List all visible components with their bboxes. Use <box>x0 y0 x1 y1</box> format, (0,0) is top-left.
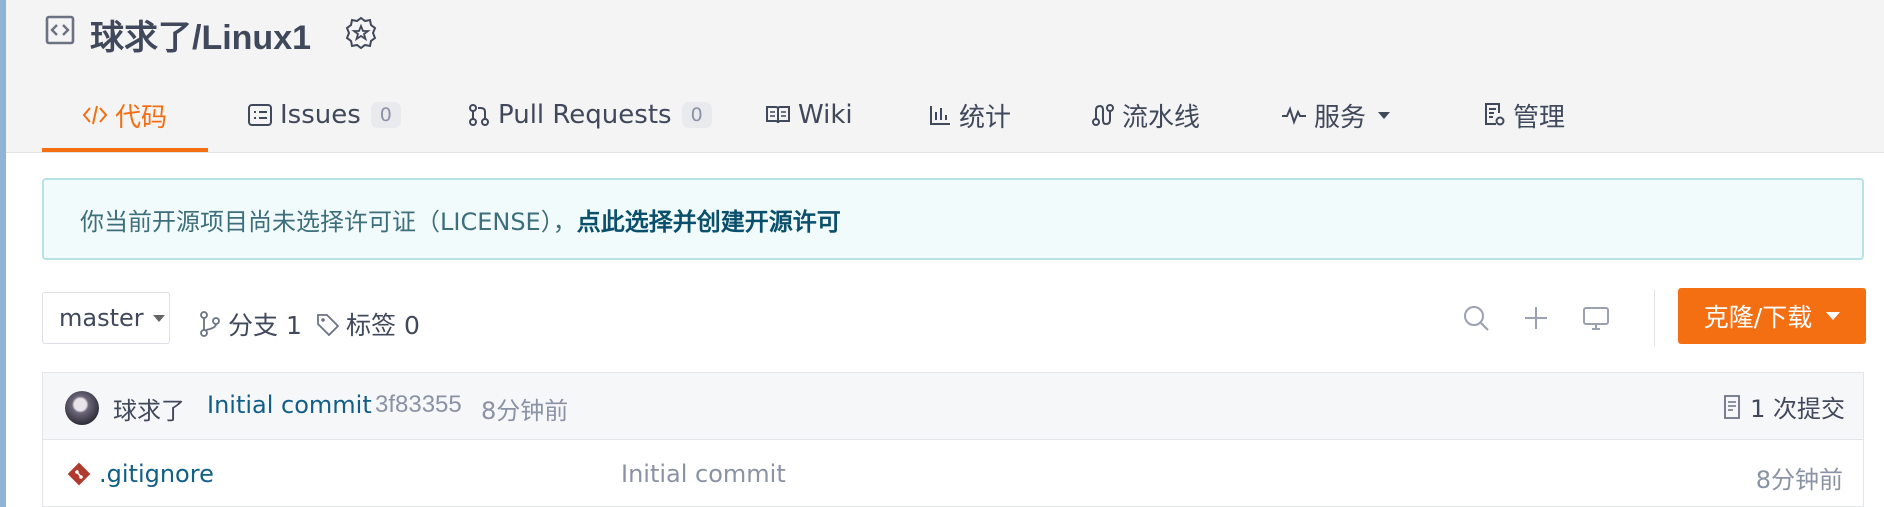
tab-pull-requests[interactable]: Pull Requests 0 <box>467 96 712 134</box>
active-tab-underline <box>42 148 208 152</box>
license-notice: 你当前开源项目尚未选择许可证（LICENSE）， 点此选择并创建开源许可 <box>42 178 1864 260</box>
tab-statistics[interactable]: 统计 <box>928 96 1011 134</box>
repo-name[interactable]: /Linux1 <box>192 19 311 57</box>
tab-pipeline[interactable]: 流水线 <box>1091 96 1200 134</box>
tab-label: 服务 <box>1314 102 1367 133</box>
chevron-down-icon <box>1378 111 1391 119</box>
table-row: .gitignore Initial commit 8分钟前 <box>42 440 1864 507</box>
chevron-down-icon <box>1826 312 1841 320</box>
pipeline-icon <box>1092 104 1114 126</box>
tab-code[interactable]: 代码 <box>82 96 167 134</box>
pull-request-icon <box>469 104 489 126</box>
monitor-icon[interactable] <box>1580 302 1612 334</box>
issues-icon <box>248 104 272 126</box>
commits-doc-icon <box>1724 394 1740 419</box>
branch-icon <box>200 311 220 337</box>
page-title[interactable]: 球求了/Linux1 <box>90 10 311 59</box>
last-commit-bar: 球求了 Initial commit 3f83355 8分钟前 1 次提交 <box>42 372 1864 440</box>
commit-message[interactable]: Initial commit <box>207 391 372 419</box>
create-license-link[interactable]: 点此选择并创建开源许可 <box>577 202 841 237</box>
code-repo-icon <box>45 15 75 45</box>
tab-label: Wiki <box>798 100 853 130</box>
tag-icon <box>317 314 340 336</box>
tab-manage[interactable]: 管理 <box>1482 96 1565 134</box>
recommend-badge-icon[interactable] <box>344 16 378 52</box>
branches-label: 分支 1 <box>228 311 302 340</box>
repo-owner[interactable]: 球求了 <box>90 19 192 57</box>
file-commit-message[interactable]: Initial commit <box>621 460 786 488</box>
settings-doc-icon <box>1485 103 1505 126</box>
tab-label: 代码 <box>115 102 168 133</box>
commit-author[interactable]: 球求了 <box>113 391 185 426</box>
avatar[interactable] <box>65 391 99 425</box>
bar-chart-icon <box>930 106 950 125</box>
commit-sha[interactable]: 3f83355 <box>375 391 462 419</box>
plus-icon[interactable] <box>1520 302 1552 334</box>
tab-label: Pull Requests <box>498 100 672 130</box>
tab-label: 统计 <box>959 102 1012 133</box>
tab-services[interactable]: 服务 <box>1281 96 1391 134</box>
tags-label: 标签 0 <box>346 311 420 340</box>
branches-link[interactable]: 分支 1 <box>198 306 302 342</box>
tags-link[interactable]: 标签 0 <box>316 306 420 342</box>
chevron-down-icon <box>152 314 165 322</box>
tab-label: 流水线 <box>1122 102 1201 133</box>
toolbar-divider <box>1654 290 1655 346</box>
commits-count-link[interactable]: 1 次提交 <box>1722 389 1845 424</box>
commits-count-label: 1 次提交 <box>1750 395 1845 423</box>
tab-issues[interactable]: Issues 0 <box>247 96 401 134</box>
issues-count-badge: 0 <box>370 102 401 128</box>
license-notice-text: 你当前开源项目尚未选择许可证（LICENSE）， <box>80 207 577 236</box>
tab-label: Issues <box>280 100 361 130</box>
tab-label: 管理 <box>1513 102 1566 133</box>
book-icon <box>766 106 790 124</box>
pulse-icon <box>1282 106 1306 126</box>
search-icon[interactable] <box>1460 302 1492 334</box>
tab-wiki[interactable]: Wiki <box>765 96 853 134</box>
branch-select[interactable]: master <box>42 292 170 344</box>
clone-download-label: 克隆/下载 <box>1703 303 1813 332</box>
code-icon <box>82 105 108 125</box>
clone-download-button[interactable]: 克隆/下载 <box>1678 288 1866 344</box>
pull-requests-count-badge: 0 <box>681 102 712 128</box>
file-commit-time: 8分钟前 <box>1755 466 1843 494</box>
file-name-link[interactable]: .gitignore <box>99 460 214 488</box>
git-icon <box>67 462 91 486</box>
branch-select-value: master <box>59 304 144 332</box>
commit-time: 8分钟前 <box>481 397 569 425</box>
